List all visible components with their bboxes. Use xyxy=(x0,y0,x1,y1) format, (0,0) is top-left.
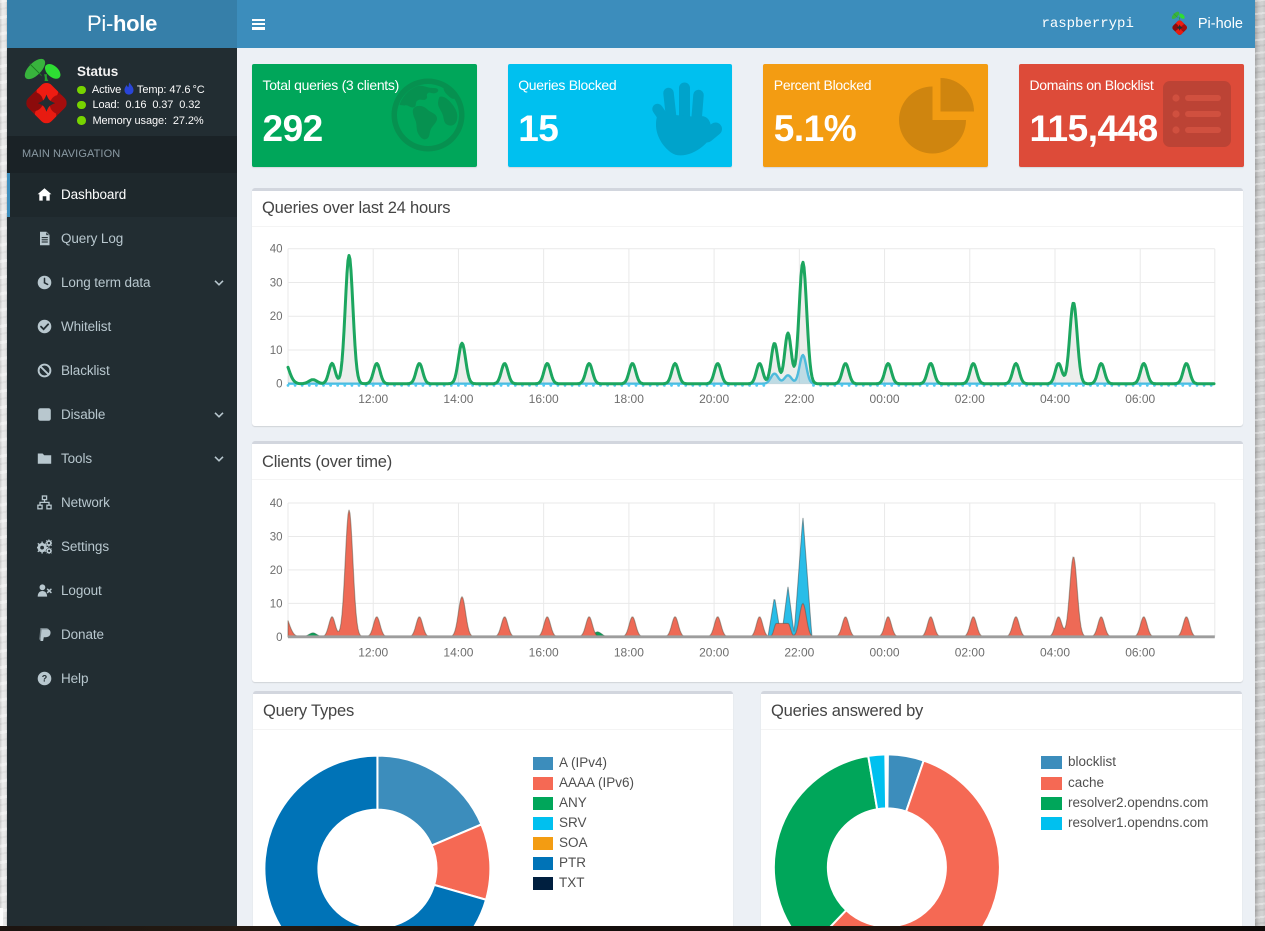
svg-text:00:00: 00:00 xyxy=(870,392,900,406)
svg-text:06:00: 06:00 xyxy=(1125,645,1155,659)
svg-text:18:00: 18:00 xyxy=(614,392,644,406)
svg-text:40: 40 xyxy=(270,243,283,255)
svg-text:10: 10 xyxy=(270,598,283,610)
svg-text:14:00: 14:00 xyxy=(443,645,473,659)
svg-text:06:00: 06:00 xyxy=(1125,392,1155,406)
svg-text:0: 0 xyxy=(276,378,282,390)
svg-text:40: 40 xyxy=(270,498,283,510)
svg-text:04:00: 04:00 xyxy=(1040,645,1070,659)
svg-text:12:00: 12:00 xyxy=(358,645,388,659)
svg-text:14:00: 14:00 xyxy=(443,392,473,406)
svg-text:20: 20 xyxy=(270,311,283,323)
svg-text:30: 30 xyxy=(270,531,283,543)
svg-text:22:00: 22:00 xyxy=(784,645,814,659)
svg-text:16:00: 16:00 xyxy=(529,392,559,406)
svg-text:12:00: 12:00 xyxy=(358,392,388,406)
svg-text:16:00: 16:00 xyxy=(529,645,559,659)
svg-text:20: 20 xyxy=(270,564,283,576)
svg-text:04:00: 04:00 xyxy=(1040,392,1070,406)
svg-text:10: 10 xyxy=(270,344,283,356)
svg-text:22:00: 22:00 xyxy=(784,392,814,406)
svg-text:02:00: 02:00 xyxy=(955,645,985,659)
svg-text:30: 30 xyxy=(270,277,283,289)
svg-text:18:00: 18:00 xyxy=(614,645,644,659)
svg-text:0: 0 xyxy=(276,631,282,643)
svg-text:20:00: 20:00 xyxy=(699,645,729,659)
svg-text:02:00: 02:00 xyxy=(955,392,985,406)
svg-text:00:00: 00:00 xyxy=(870,645,900,659)
svg-text:20:00: 20:00 xyxy=(699,392,729,406)
svg-text:?: ? xyxy=(42,673,47,683)
